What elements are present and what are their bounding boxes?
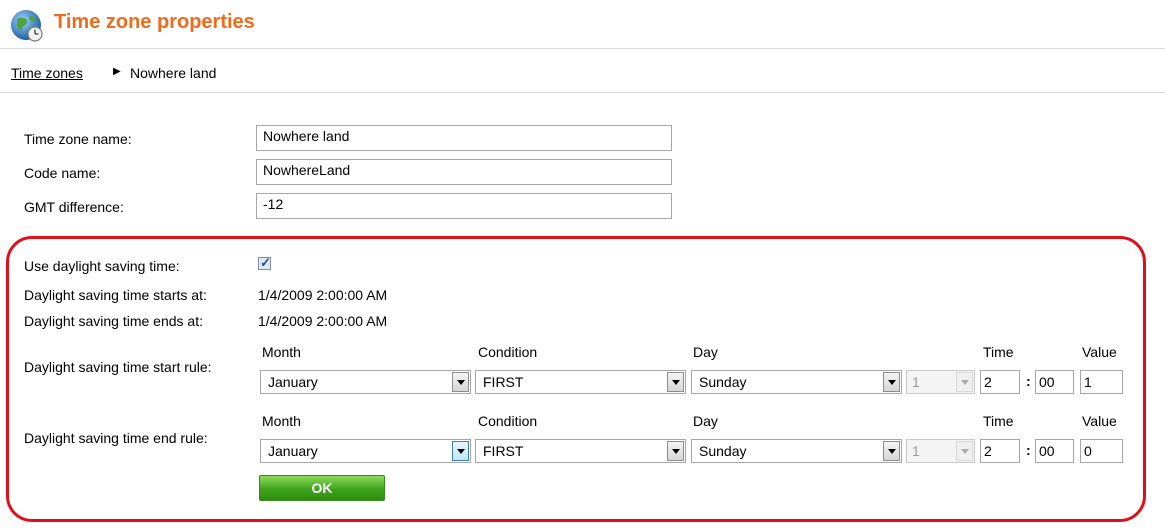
start-value-input[interactable]: 1 (1080, 370, 1123, 394)
end-week-value: 1 (912, 443, 920, 459)
end-value-input[interactable]: 0 (1080, 439, 1123, 463)
end-hour-input[interactable]: 2 (980, 439, 1020, 463)
time-separator: : (1026, 442, 1031, 458)
end-condition-value: FIRST (483, 443, 524, 459)
gmt-difference-input[interactable]: -12 (256, 193, 672, 219)
code-name-label: Code name: (24, 165, 101, 181)
start-rule-label: Daylight saving time start rule: (24, 359, 212, 375)
use-dst-checkbox[interactable]: ✓ (258, 255, 271, 270)
breadcrumb-arrow-icon: ▶ (113, 66, 121, 77)
start-day-select[interactable]: Sunday (691, 370, 902, 394)
dst-starts-label: Daylight saving time starts at: (24, 287, 207, 303)
chevron-down-icon[interactable] (667, 372, 684, 392)
start-time-header: Time (983, 344, 1014, 360)
start-condition-select[interactable]: FIRST (475, 370, 686, 394)
end-day-value: Sunday (699, 443, 747, 459)
start-minute-input[interactable]: 00 (1035, 370, 1074, 394)
page-title: Time zone properties (54, 11, 255, 33)
chevron-down-icon[interactable] (883, 441, 900, 461)
chevron-down-icon[interactable] (452, 372, 469, 392)
start-condition-header: Condition (478, 344, 538, 360)
end-rule-label: Daylight saving time end rule: (24, 430, 208, 446)
time-zone-name-label: Time zone name: (24, 131, 132, 147)
start-day-value: Sunday (699, 374, 747, 390)
chevron-down-icon (956, 441, 973, 461)
dst-ends-value: 1/4/2009 2:00:00 AM (258, 313, 388, 329)
start-value-header: Value (1082, 344, 1117, 360)
end-month-header: Month (262, 413, 301, 429)
start-month-select[interactable]: January (260, 370, 471, 394)
chevron-down-icon[interactable] (452, 441, 469, 461)
code-name-input[interactable]: NowhereLand (256, 159, 672, 185)
end-week-select: 1 (906, 439, 975, 463)
globe-clock-icon (11, 10, 43, 42)
end-condition-header: Condition (478, 413, 538, 429)
dst-starts-value: 1/4/2009 2:00:00 AM (258, 287, 388, 303)
start-month-header: Month (262, 344, 301, 360)
start-month-value: January (268, 374, 318, 390)
breadcrumb: Time zones ▶ Nowhere land (0, 49, 1165, 93)
chevron-down-icon[interactable] (667, 441, 684, 461)
end-month-select[interactable]: January (260, 439, 471, 463)
end-time-header: Time (983, 413, 1014, 429)
end-month-value: January (268, 443, 318, 459)
start-week-value: 1 (912, 374, 920, 390)
breadcrumb-current: Nowhere land (130, 65, 217, 81)
time-zone-name-input[interactable]: Nowhere land (256, 125, 672, 151)
breadcrumb-time-zones-link[interactable]: Time zones (11, 65, 83, 81)
page-header: Time zone properties (0, 0, 1165, 49)
use-dst-label: Use daylight saving time: (24, 258, 180, 274)
chevron-down-icon (956, 372, 973, 392)
end-value-header: Value (1082, 413, 1117, 429)
chevron-down-icon[interactable] (883, 372, 900, 392)
end-minute-input[interactable]: 00 (1035, 439, 1074, 463)
ok-button[interactable]: OK (259, 475, 385, 501)
end-condition-select[interactable]: FIRST (475, 439, 686, 463)
end-day-select[interactable]: Sunday (691, 439, 902, 463)
end-day-header: Day (693, 413, 718, 429)
start-hour-input[interactable]: 2 (980, 370, 1020, 394)
checkmark-icon: ✓ (260, 255, 271, 270)
start-condition-value: FIRST (483, 374, 524, 390)
gmt-difference-label: GMT difference: (24, 199, 124, 215)
start-week-select: 1 (906, 370, 975, 394)
dst-ends-label: Daylight saving time ends at: (24, 313, 203, 329)
time-separator: : (1026, 373, 1031, 389)
start-day-header: Day (693, 344, 718, 360)
